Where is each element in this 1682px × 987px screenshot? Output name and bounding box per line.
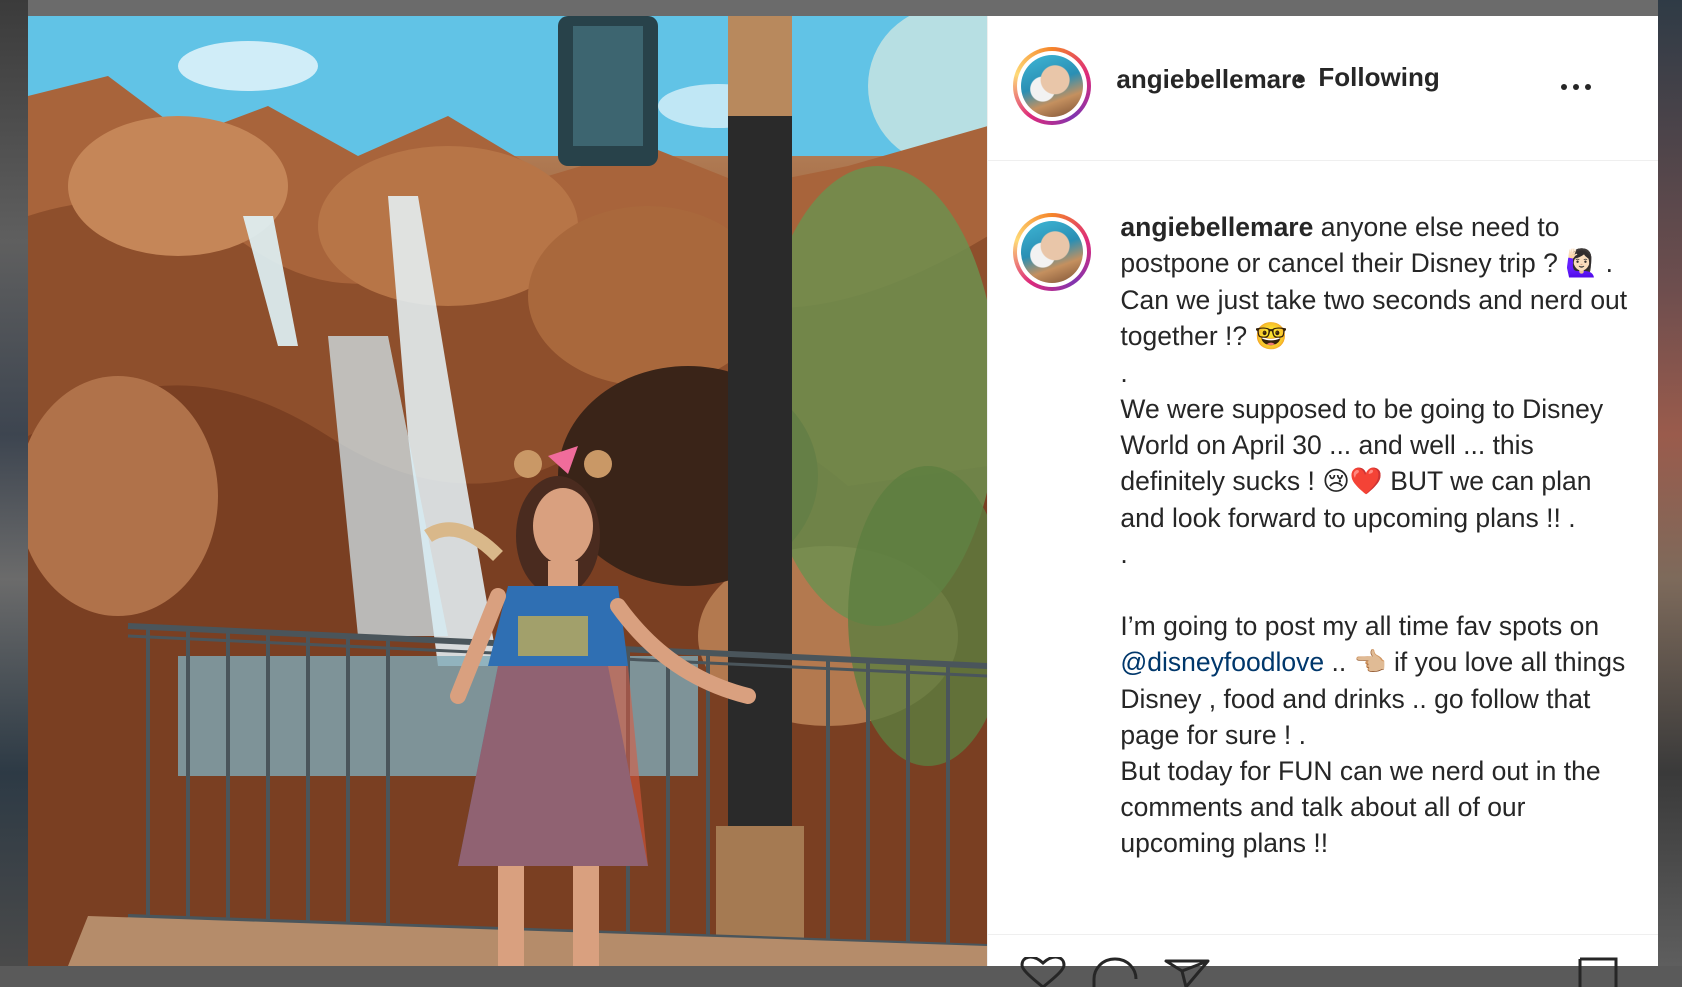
caption-line-5: But today for FUN can we nerd out in the…	[1120, 756, 1601, 858]
post-photo[interactable]	[28, 16, 988, 966]
avatar-border	[1017, 51, 1088, 121]
action-bar	[988, 934, 1659, 987]
paper-plane-icon[interactable]	[1162, 957, 1212, 987]
emoji-raising-hand: 🙋🏻‍♀️	[1565, 248, 1599, 279]
mention-link[interactable]: @disneyfoodlove	[1120, 647, 1324, 677]
header-username[interactable]: angiebellemare	[1116, 64, 1305, 95]
following-button[interactable]: Following	[1318, 62, 1439, 93]
caption-line-4a: I’m going to post my all time fav spots …	[1120, 611, 1600, 641]
photo-illustration	[28, 16, 988, 966]
emoji-crying-heart: 😢❤️	[1322, 466, 1383, 497]
page-backdrop-left	[0, 0, 28, 966]
avatar-border	[1017, 217, 1088, 287]
avatar[interactable]	[1013, 47, 1092, 125]
post-caption: angiebellemare anyone else need to postp…	[988, 161, 1658, 921]
heart-icon[interactable]	[1018, 957, 1068, 987]
avatar-image	[1021, 221, 1084, 283]
caption-username[interactable]: angiebellemare	[1120, 212, 1313, 242]
more-options-icon[interactable]	[1556, 80, 1596, 94]
emoji-pointing-left: 👈🏼	[1353, 647, 1387, 678]
more-dot	[1585, 84, 1592, 90]
more-dot	[1573, 84, 1580, 90]
caption-dot-2: .	[1120, 539, 1128, 569]
post-header: angiebellemare • Following	[988, 16, 1659, 161]
caption-text: angiebellemare anyone else need to postp…	[1120, 209, 1640, 861]
caption-line-1-end: .	[1605, 248, 1614, 278]
page-backdrop-top	[0, 0, 1682, 16]
bookmark-icon[interactable]	[1576, 957, 1620, 987]
caption-dot-1: .	[1120, 358, 1128, 388]
comment-icon[interactable]	[1090, 957, 1140, 987]
avatar-image	[1021, 55, 1084, 117]
header-separator: •	[1296, 64, 1306, 94]
caption-line-2: Can we just take two seconds and nerd ou…	[1120, 285, 1628, 351]
caption-line-4b: ..	[1331, 647, 1347, 677]
post-side-panel: angiebellemare • Following angiebellemar…	[987, 16, 1659, 987]
caption-avatar[interactable]	[1013, 213, 1092, 291]
post-modal: angiebellemare • Following angiebellemar…	[28, 16, 1659, 987]
more-dot	[1561, 84, 1568, 90]
emoji-nerd-face: 🤓	[1254, 321, 1288, 352]
caption-blank-line	[1120, 572, 1640, 608]
page-backdrop-right	[1658, 0, 1682, 966]
